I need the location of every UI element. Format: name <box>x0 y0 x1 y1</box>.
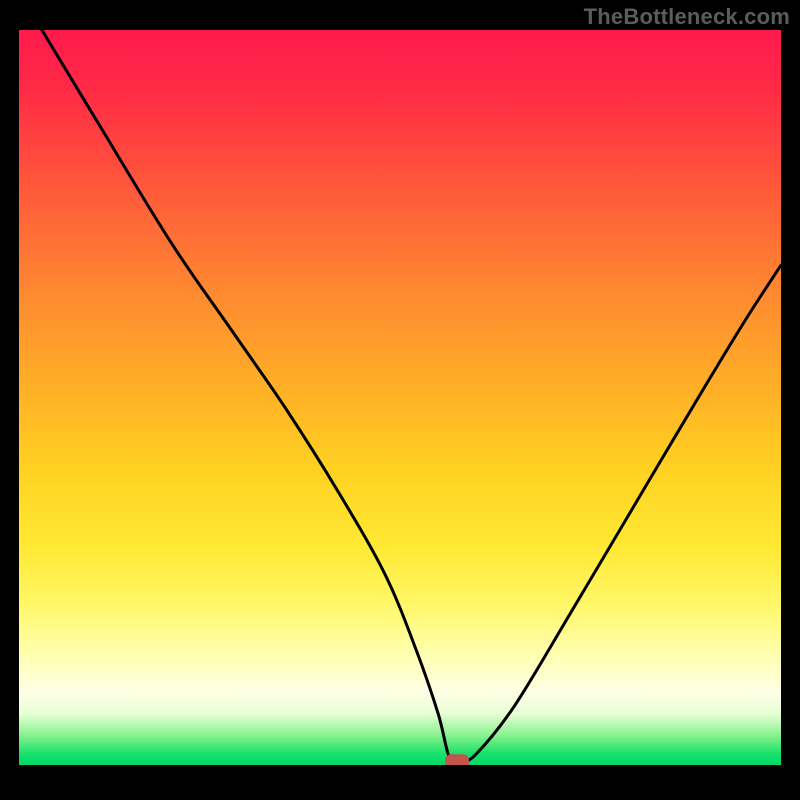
plot-area <box>19 30 781 765</box>
watermark-text: TheBottleneck.com <box>584 4 790 30</box>
bottleneck-curve <box>42 30 781 763</box>
chart-svg <box>19 30 781 765</box>
optimum-marker <box>445 754 469 765</box>
chart-frame: TheBottleneck.com <box>0 0 800 800</box>
